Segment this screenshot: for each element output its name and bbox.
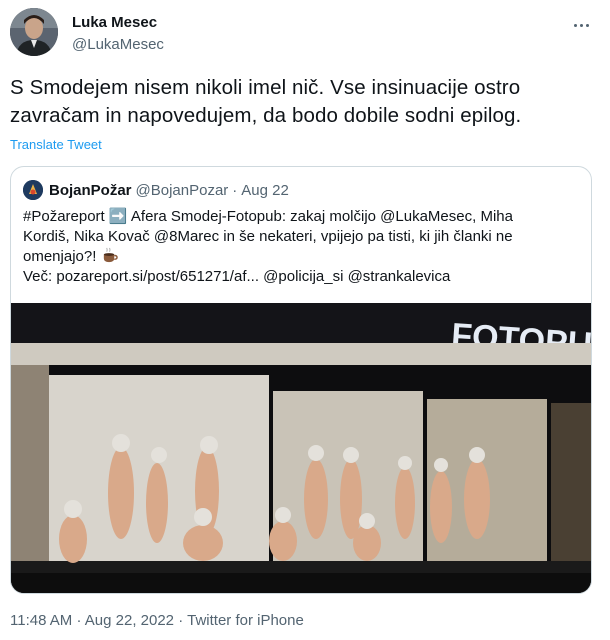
separator-dot: · [178,612,188,629]
storefront-photo: FOTOPUB [11,303,591,593]
quoted-text-line-with-emoji: omenjajo?! [23,247,578,267]
quoted-text-line: Kordiš, Nika Kovač @8Marec in še nekater… [23,228,513,245]
quoted-text-line: Več: pozareport.si/post/651271/af... @po… [23,268,451,285]
tweet-text-line: S Smodejem nisem nikoli imel nič. Vse in… [10,76,521,99]
translate-tweet-link[interactable]: Translate Tweet [10,137,102,152]
coffee-cup-icon [103,247,118,263]
quoted-tweet[interactable]: BojanPožar @BojanPozar · Aug 22 #Požarep… [10,166,592,594]
tweet-card: Luka Mesec @LukaMesec S Smodejem nisem n… [0,0,610,640]
tweet-text-line: zavračam in napovedujem, da bodo dobile … [10,104,522,127]
tweet-date[interactable]: Aug 22, 2022 [85,612,174,629]
author-name[interactable]: Luka Mesec [72,14,157,31]
avatar-logo-icon [23,180,43,200]
tweet-text: S Smodejem nisem nikoli imel nič. Vse in… [10,74,600,130]
quoted-tweet-header: BojanPožar @BojanPozar · Aug 22 [23,179,289,201]
avatar-portrait-icon [10,8,58,56]
quoted-text-line: #Požareport ➡️ Afera Smodej-Fotopub: zak… [23,208,513,225]
author-handle[interactable]: @LukaMesec [72,36,164,53]
quoted-tweet-text: #Požareport ➡️ Afera Smodej-Fotopub: zak… [23,207,578,287]
tweet-meta: 11:48 AM · Aug 22, 2022 · Twitter for iP… [10,612,304,629]
quoted-author-avatar [23,180,43,200]
tweet-source[interactable]: Twitter for iPhone [187,612,304,629]
more-dots-icon[interactable] [566,10,596,40]
tweet-time[interactable]: 11:48 AM [10,612,72,629]
quoted-author-name: BojanPožar [49,181,132,199]
quoted-author-handle: @BojanPozar [135,181,229,199]
quoted-text-line: omenjajo?! [23,248,97,265]
tweet-header: Luka Mesec @LukaMesec [10,8,600,58]
separator-dot: · [232,181,238,199]
quoted-date: Aug 22 [241,181,289,199]
quoted-tweet-image[interactable]: FOTOPUB [11,303,591,593]
separator-dot: · [76,612,85,629]
author-avatar[interactable] [10,8,58,56]
